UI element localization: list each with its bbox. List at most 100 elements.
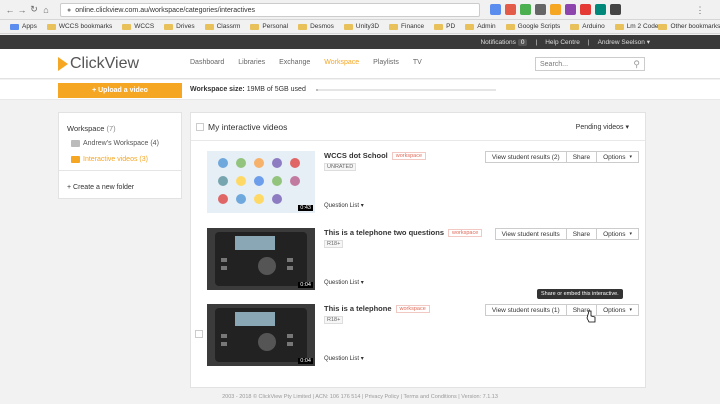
- browser-toolbar: ← → ↻ ⌂ ● online.clickview.com.au/worksp…: [0, 0, 720, 20]
- video-title[interactable]: This is a telephone workspace: [324, 304, 430, 314]
- extension-icons: [490, 4, 621, 15]
- extension-icon[interactable]: [535, 4, 546, 15]
- sort-dropdown[interactable]: Pending videos ▾: [576, 123, 629, 131]
- view-student-results-button[interactable]: View student results (2): [484, 151, 567, 163]
- extension-icon[interactable]: [595, 4, 606, 15]
- school-icons-thumbnail: [207, 151, 315, 213]
- bookmark-item[interactable]: Arduino: [570, 23, 605, 30]
- video-title[interactable]: This is a telephone two questions workspa…: [324, 228, 483, 238]
- folder-icon: [164, 23, 174, 30]
- view-student-results-button[interactable]: View student results (1): [484, 304, 567, 316]
- bookmark-label: Unity3D: [355, 23, 380, 30]
- select-all-checkbox[interactable]: [196, 123, 204, 131]
- bookmark-item[interactable]: Classrm: [204, 23, 241, 30]
- divider: [59, 170, 181, 171]
- clickview-logo[interactable]: ClickView: [58, 55, 139, 73]
- video-thumbnail[interactable]: 0:04: [207, 228, 315, 290]
- share-button[interactable]: Share: [565, 151, 598, 163]
- forward-icon[interactable]: →: [16, 4, 28, 16]
- row-actions: View student results (2) Share Options ▾: [484, 151, 639, 163]
- question-list-dropdown[interactable]: Question List ▾: [324, 355, 364, 362]
- chevron-down-icon: ▾: [360, 203, 364, 209]
- chevron-down-icon: ▾: [629, 231, 632, 237]
- options-button[interactable]: Options ▾: [596, 151, 639, 163]
- sidebar-title[interactable]: Workspace (7): [67, 124, 116, 133]
- workspace-sidebar: Workspace (7) Andrew's Workspace (4) Int…: [58, 112, 182, 199]
- question-list-dropdown[interactable]: Question List ▾: [324, 279, 364, 286]
- rating-badge: UNRATED: [324, 163, 357, 171]
- extension-icon[interactable]: [505, 4, 516, 15]
- notifications-badge: 0: [517, 38, 528, 46]
- folder-icon: [343, 23, 353, 30]
- view-student-results-button[interactable]: View student results: [494, 228, 567, 240]
- extension-icon[interactable]: [580, 4, 591, 15]
- row-checkbox[interactable]: [195, 330, 203, 338]
- bookmark-item[interactable]: Google Scripts: [505, 23, 560, 30]
- home-icon[interactable]: ⌂: [40, 4, 52, 16]
- chevron-down-icon: ▾: [625, 124, 629, 131]
- nav-playlists[interactable]: Playlists: [373, 59, 399, 66]
- bookmark-item[interactable]: Finance: [389, 23, 424, 30]
- extension-icon[interactable]: [490, 4, 501, 15]
- user-menu[interactable]: Andrew Seelson ▾: [598, 38, 650, 46]
- share-button[interactable]: Share: [565, 228, 598, 240]
- sidebar-item-label: Interactive videos (3): [83, 156, 148, 163]
- extension-icon[interactable]: [565, 4, 576, 15]
- nav-exchange[interactable]: Exchange: [279, 59, 310, 66]
- reload-icon[interactable]: ↻: [28, 4, 40, 16]
- extension-icon[interactable]: [520, 4, 531, 15]
- folder-icon: [570, 23, 580, 30]
- search-input[interactable]: Search... ⚲: [535, 57, 645, 71]
- video-thumbnail[interactable]: 0:04: [207, 304, 315, 366]
- search-icon[interactable]: ⚲: [633, 59, 640, 70]
- notifications-link[interactable]: Notifications 0: [480, 38, 528, 46]
- url-text: online.clickview.com.au/workspace/catego…: [75, 6, 255, 14]
- options-label: Options: [603, 230, 626, 238]
- menu-icon[interactable]: ⋮: [694, 4, 706, 16]
- extension-icon[interactable]: [550, 4, 561, 15]
- options-button[interactable]: Options ▾: [596, 228, 639, 240]
- extension-icon[interactable]: [610, 4, 621, 15]
- workspace-tag: workspace: [391, 152, 427, 161]
- separator: |: [535, 38, 538, 46]
- bookmark-label: Classrm: [216, 23, 241, 30]
- bookmark-item[interactable]: Personal: [250, 23, 288, 30]
- upload-video-button[interactable]: + Upload a video: [58, 83, 182, 98]
- bookmark-item[interactable]: PD: [434, 23, 455, 30]
- bookmark-label: Lm 2 Code: [626, 23, 659, 30]
- bookmark-item[interactable]: Desmos: [298, 23, 334, 30]
- folder-icon: [204, 23, 214, 30]
- folder-icon: [465, 23, 475, 30]
- nav-dashboard[interactable]: Dashboard: [190, 59, 224, 66]
- video-row: 0:04 This is a telephone workspace R18+ Q…: [191, 304, 645, 380]
- question-list-label: Question List: [324, 203, 360, 209]
- bookmark-label: WCCS: [134, 23, 155, 30]
- bookmark-item[interactable]: Other bookmarks: [658, 23, 720, 30]
- help-centre-link[interactable]: Help Centre: [545, 39, 580, 46]
- sidebar-item-interactive-videos[interactable]: Interactive videos (3): [71, 156, 148, 163]
- logo-mark-icon: [58, 57, 68, 71]
- question-list-dropdown[interactable]: Question List ▾: [324, 202, 364, 209]
- create-folder-link[interactable]: + Create a new folder: [67, 184, 134, 191]
- nav-workspace[interactable]: Workspace: [324, 59, 359, 66]
- bookmark-item[interactable]: WCCS bookmarks: [46, 23, 112, 30]
- sidebar-item-andrews-workspace[interactable]: Andrew's Workspace (4): [71, 140, 159, 147]
- back-icon[interactable]: ←: [4, 4, 16, 16]
- video-thumbnail[interactable]: 0:43: [207, 151, 315, 213]
- bookmark-item[interactable]: Unity3D: [343, 23, 380, 30]
- options-button[interactable]: Options ▾: [596, 304, 639, 316]
- bookmark-item[interactable]: Lm 2 Code: [614, 23, 659, 30]
- bookmark-item[interactable]: Drives: [164, 23, 195, 30]
- app-header: ClickView Dashboard Libraries Exchange Work…: [0, 49, 720, 79]
- bookmark-item[interactable]: WCCS: [122, 23, 154, 30]
- chevron-down-icon: ▾: [629, 154, 632, 160]
- nav-libraries[interactable]: Libraries: [238, 59, 265, 66]
- address-bar[interactable]: ● online.clickview.com.au/workspace/cate…: [60, 3, 480, 17]
- sidebar-title-text: Workspace: [67, 124, 105, 133]
- bookmark-item[interactable]: Apps: [10, 23, 37, 30]
- chevron-down-icon: ▾: [646, 39, 650, 46]
- nav-tv[interactable]: TV: [413, 59, 422, 66]
- video-title[interactable]: WCCS dot School workspace: [324, 151, 427, 161]
- bookmarks-bar: Apps WCCS bookmarks WCCS Drives Classrm Perso…: [0, 20, 720, 34]
- bookmark-item[interactable]: Admin: [465, 23, 496, 30]
